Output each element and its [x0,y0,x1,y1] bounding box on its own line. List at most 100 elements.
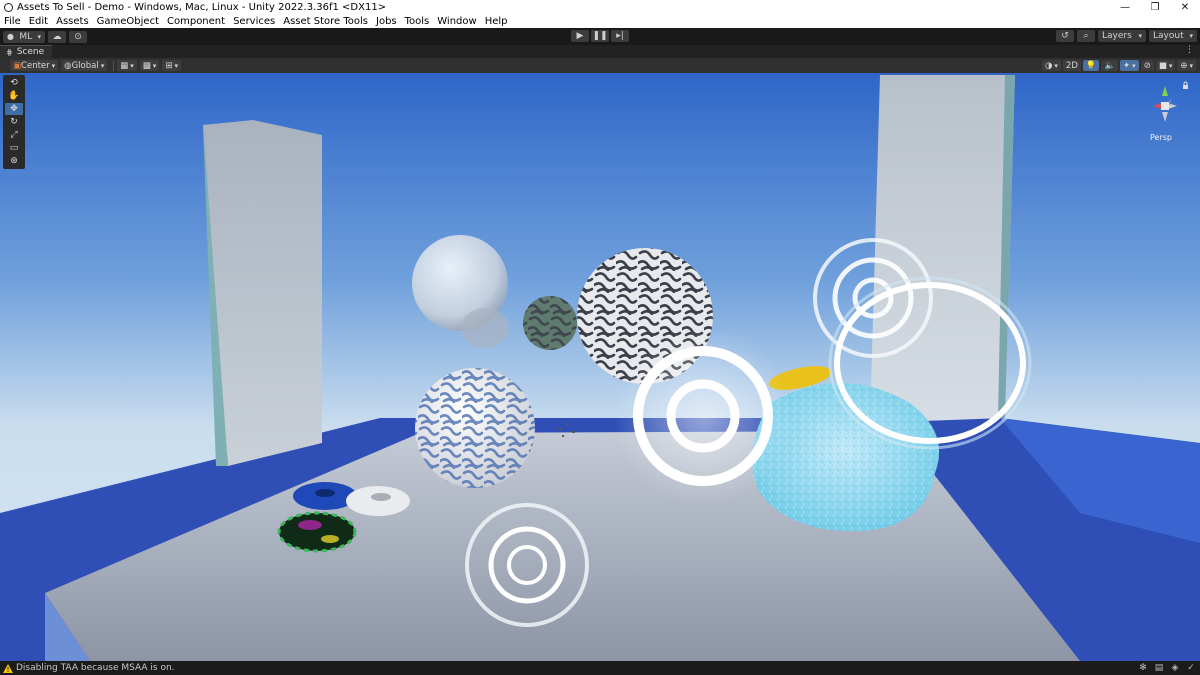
rect-icon: ▭ [9,143,19,153]
scene-render [0,73,1200,661]
step-icon: ▸| [616,31,624,41]
tab-menu-button[interactable]: ⋮ [1185,45,1194,55]
menu-file[interactable]: File [0,16,25,27]
cloud-button[interactable]: ☁ [48,30,66,43]
snap-icon: ▩ [142,60,151,71]
status-bar: Disabling TAA because MSAA is on. ✻ ▤ ◈ … [0,661,1200,675]
undo-history-button[interactable]: ↺ [1056,30,1074,42]
view-tool-button[interactable]: ⟲ [5,77,23,89]
chevron-down-icon: ▾ [1054,61,1058,70]
search-button[interactable]: ⌕ [1077,30,1095,42]
space-mode-dropdown[interactable]: ◍ Global ▾ [61,60,108,71]
lock-icon[interactable] [1183,81,1188,89]
main-toolbar: ● ML ▾ ☁ ⊙ ▶ ❚❚ ▸| ↺ ⌕ Layers ▾ Layout ▾ [0,28,1200,45]
pivot-icon: ▣ [13,60,22,71]
grid-toggle-dropdown[interactable]: ▦ ▾ [117,60,137,71]
lightbulb-icon: 💡 [1085,60,1097,71]
collab-button[interactable]: ⊙ [69,30,87,43]
menu-component[interactable]: Component [163,16,229,27]
projection-label[interactable]: Persp [1150,133,1172,142]
title-bar: Assets To Sell - Demo - Windows, Mac, Li… [0,0,1200,14]
draw-mode-dropdown[interactable]: ◑ ▾ [1041,60,1061,71]
orbit-icon: ⟲ [10,78,18,88]
chevron-down-icon: ▾ [1189,61,1193,70]
collab-icon: ⊙ [74,31,82,42]
shading-sphere-icon: ◑ [1044,60,1053,71]
snap-dropdown[interactable]: ▩ ▾ [139,60,160,71]
account-dropdown[interactable]: ● ML ▾ [3,30,45,43]
history-icon: ↺ [1061,31,1069,41]
status-message[interactable]: Disabling TAA because MSAA is on. [16,663,175,673]
window-title: Assets To Sell - Demo - Windows, Mac, Li… [17,1,387,13]
pivot-mode-label: Center [21,60,50,71]
gizmo-center-icon[interactable] [1161,102,1169,110]
rotate-tool-button[interactable]: ↻ [5,116,23,128]
transform-icon: ⊛ [10,156,18,166]
layers-dropdown[interactable]: Layers ▾ [1098,30,1146,42]
bug-icon[interactable]: ✻ [1138,663,1148,673]
play-button[interactable]: ▶ [571,30,589,42]
move-icon: ✥ [10,104,18,114]
chevron-down-icon: ▾ [174,61,178,70]
menu-gameobject[interactable]: GameObject [93,16,163,27]
restore-button[interactable]: ❐ [1140,0,1170,14]
progress-icon[interactable]: ▤ [1154,663,1164,673]
check-icon[interactable]: ✓ [1186,663,1196,673]
gizmos-dropdown[interactable]: ⊕ ▾ [1177,60,1196,71]
menu-bar: File Edit Assets GameObject Component Se… [0,14,1200,28]
rect-tool-button[interactable]: ▭ [5,142,23,154]
menu-edit[interactable]: Edit [25,16,52,27]
chevron-down-icon: ▾ [1138,32,1142,40]
grid-icon: ▦ [120,60,129,71]
pivot-mode-dropdown[interactable]: ▣ Center ▾ [10,60,59,71]
axis-y-icon[interactable] [1162,86,1168,96]
lighting-toggle[interactable]: 💡 [1082,60,1100,71]
cache-server-icon[interactable]: ◈ [1170,663,1180,673]
tools-palette: ⟲ ✋ ✥ ↻ ⤢ ▭ ⊛ [3,75,25,169]
minimize-button[interactable]: — [1110,0,1140,14]
globe-icon: ◍ [64,60,72,71]
menu-services[interactable]: Services [229,16,279,27]
hidden-objects-toggle[interactable]: ⊘ [1140,60,1154,71]
step-button[interactable]: ▸| [611,30,629,42]
camera-settings-dropdown[interactable]: ■ ▾ [1155,60,1176,71]
hand-tool-button[interactable]: ✋ [5,90,23,102]
chevron-down-icon: ▾ [130,61,134,70]
space-mode-label: Global [71,60,99,71]
scale-icon: ⤢ [10,130,18,140]
mode-2d-toggle[interactable]: 2D [1062,60,1081,71]
layout-dropdown[interactable]: Layout ▾ [1149,30,1197,42]
menu-window[interactable]: Window [433,16,480,27]
scene-viewport[interactable] [0,73,1200,661]
menu-jobs[interactable]: Jobs [372,16,401,27]
move-tool-button[interactable]: ✥ [5,103,23,115]
scene-icon: ⋕ [6,47,13,57]
chevron-down-icon: ▾ [1189,32,1193,40]
rotate-icon: ↻ [10,117,18,127]
pause-button[interactable]: ❚❚ [591,30,609,42]
chevron-down-icon: ▾ [152,61,157,70]
speaker-icon: 🔈 [1104,60,1116,71]
warning-icon [3,663,13,673]
increment-snap-icon: ⊞ [165,60,173,71]
close-button[interactable]: ✕ [1170,0,1200,14]
menu-tools[interactable]: Tools [401,16,434,27]
tab-bar: ⋕ Scene ⋮ [0,45,1200,58]
axis-x-icon[interactable] [1153,103,1162,109]
menu-help[interactable]: Help [481,16,512,27]
menu-asset-store-tools[interactable]: Asset Store Tools [279,16,372,27]
audio-toggle[interactable]: 🔈 [1101,60,1119,71]
pause-icon: ❚❚ [592,31,608,41]
increment-snap-dropdown[interactable]: ⊞ ▾ [162,60,181,71]
search-icon: ⌕ [1083,31,1089,41]
menu-assets[interactable]: Assets [52,16,93,27]
scale-tool-button[interactable]: ⤢ [5,129,23,141]
tab-scene[interactable]: ⋕ Scene [0,45,53,58]
effects-dropdown[interactable]: ✦ ▾ [1120,60,1139,71]
scene-toolbar: ▣ Center ▾ ◍ Global ▾ ▦ ▾ ▩ ▾ ⊞ ▾ ◑ ▾ 2D… [0,58,1200,73]
transform-tool-button[interactable]: ⊛ [5,155,23,167]
toolbar-right: ↺ ⌕ Layers ▾ Layout ▾ [1056,30,1197,42]
chevron-down-icon: ▾ [1168,61,1173,70]
chevron-down-icon: ▾ [37,32,41,41]
chevron-down-icon: ▾ [51,61,56,70]
